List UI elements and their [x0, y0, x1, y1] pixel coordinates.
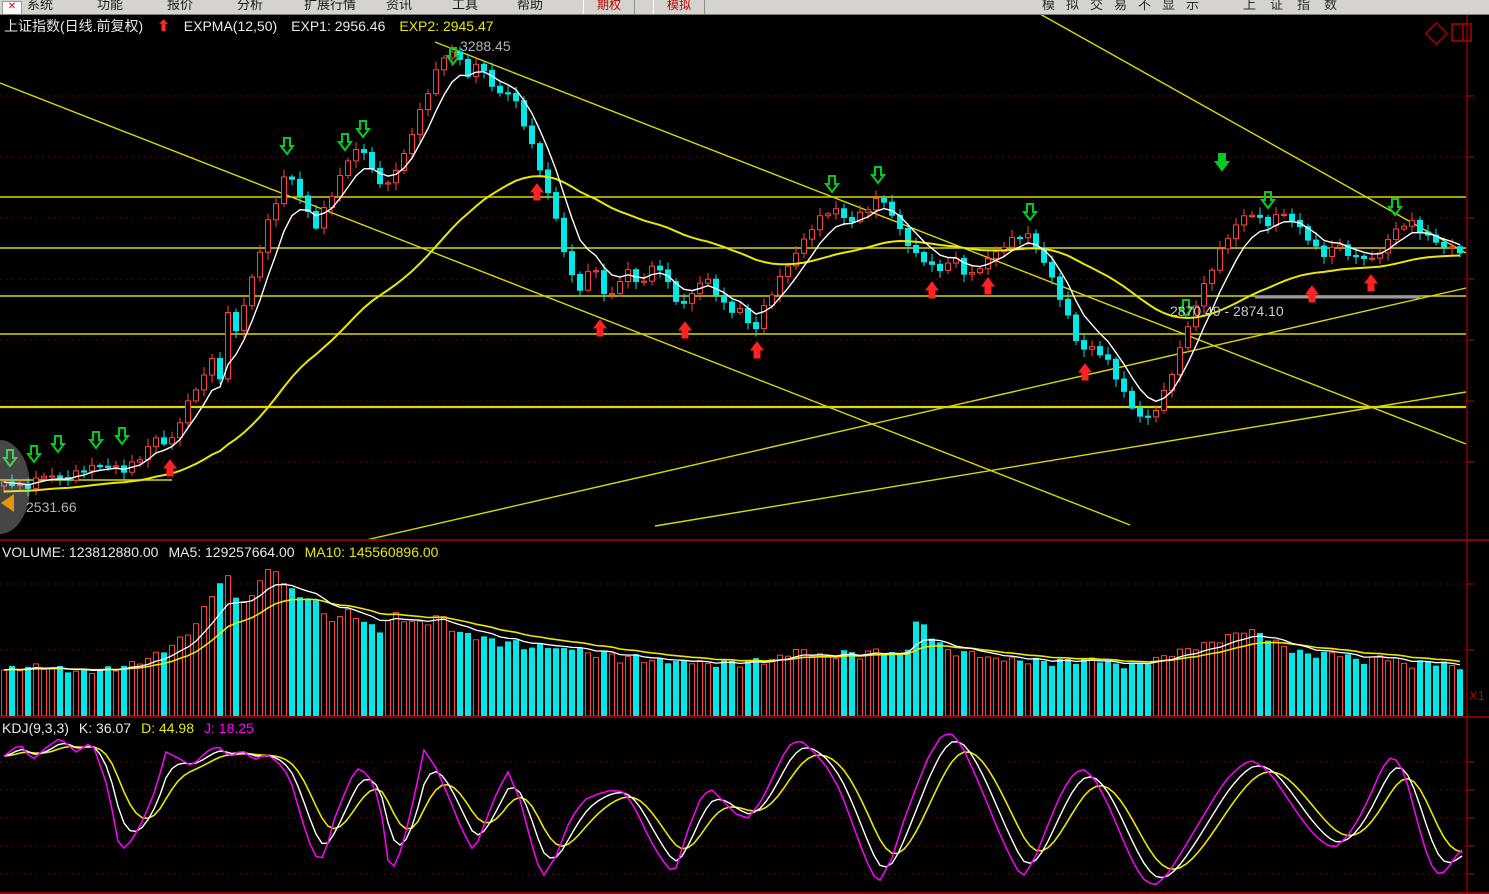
menu-item-quote[interactable]: 报价: [167, 0, 193, 13]
exp1-value: EXP1: 2956.46: [291, 18, 385, 34]
menu-right-status-text: 模拟交易不显示: [1042, 0, 1210, 13]
peak-price-label: 3288.45: [460, 38, 511, 54]
exp2-value: EXP2: 2945.47: [399, 18, 493, 34]
app-logo-icon[interactable]: ✕: [2, 1, 22, 15]
menu-item-system[interactable]: 系统: [27, 0, 53, 13]
menu-button-options[interactable]: 期权: [583, 0, 635, 15]
menu-item-tools[interactable]: 工具: [452, 0, 478, 13]
kdj-k-value: K: 36.07: [79, 720, 131, 736]
x1-axis-label: X1: [1469, 688, 1485, 703]
low-price-label: 2531.66: [26, 499, 77, 515]
chart-canvas: [0, 0, 1489, 894]
chart-title: 上证指数(日线.前复权): [4, 16, 143, 36]
menu-item-help[interactable]: 帮助: [517, 0, 543, 13]
menu-item-extended-quotes[interactable]: 扩展行情: [304, 0, 356, 13]
volume-header: VOLUME: 123812880.00 MA5: 129257664.00 M…: [2, 544, 438, 560]
range-price-label: 2870.49 - 2874.10: [1170, 303, 1284, 319]
menu-item-analysis[interactable]: 分析: [237, 0, 263, 13]
menu-right-index-name: 上证指数: [1243, 0, 1351, 13]
volume-ma10-value: MA10: 145560896.00: [305, 544, 439, 560]
kdj-header: KDJ(9,3,3) K: 36.07 D: 44.98 J: 18.25: [2, 720, 254, 736]
indicator-name: EXPMA(12,50): [184, 18, 277, 34]
main-chart-header: 上证指数(日线.前复权) ⬆ EXPMA(12,50) EXP1: 2956.4…: [4, 16, 494, 36]
kdj-indicator-name: KDJ(9,3,3): [2, 720, 69, 736]
volume-value: VOLUME: 123812880.00: [2, 544, 158, 560]
up-arrow-icon: ⬆: [157, 17, 170, 35]
kdj-d-value: D: 44.98: [141, 720, 194, 736]
menu-item-news[interactable]: 资讯: [386, 0, 412, 13]
trading-app-window: ✕ 系统 功能 报价 分析 扩展行情 资讯 工具 帮助 期权 模拟 模拟交易不显…: [0, 0, 1489, 894]
menu-item-function[interactable]: 功能: [97, 0, 123, 13]
menu-bar: ✕ 系统 功能 报价 分析 扩展行情 资讯 工具 帮助 期权 模拟 模拟交易不显…: [0, 0, 1489, 15]
kdj-j-value: J: 18.25: [204, 720, 254, 736]
menu-button-simulation[interactable]: 模拟: [653, 0, 705, 15]
volume-ma5-value: MA5: 129257664.00: [168, 544, 294, 560]
